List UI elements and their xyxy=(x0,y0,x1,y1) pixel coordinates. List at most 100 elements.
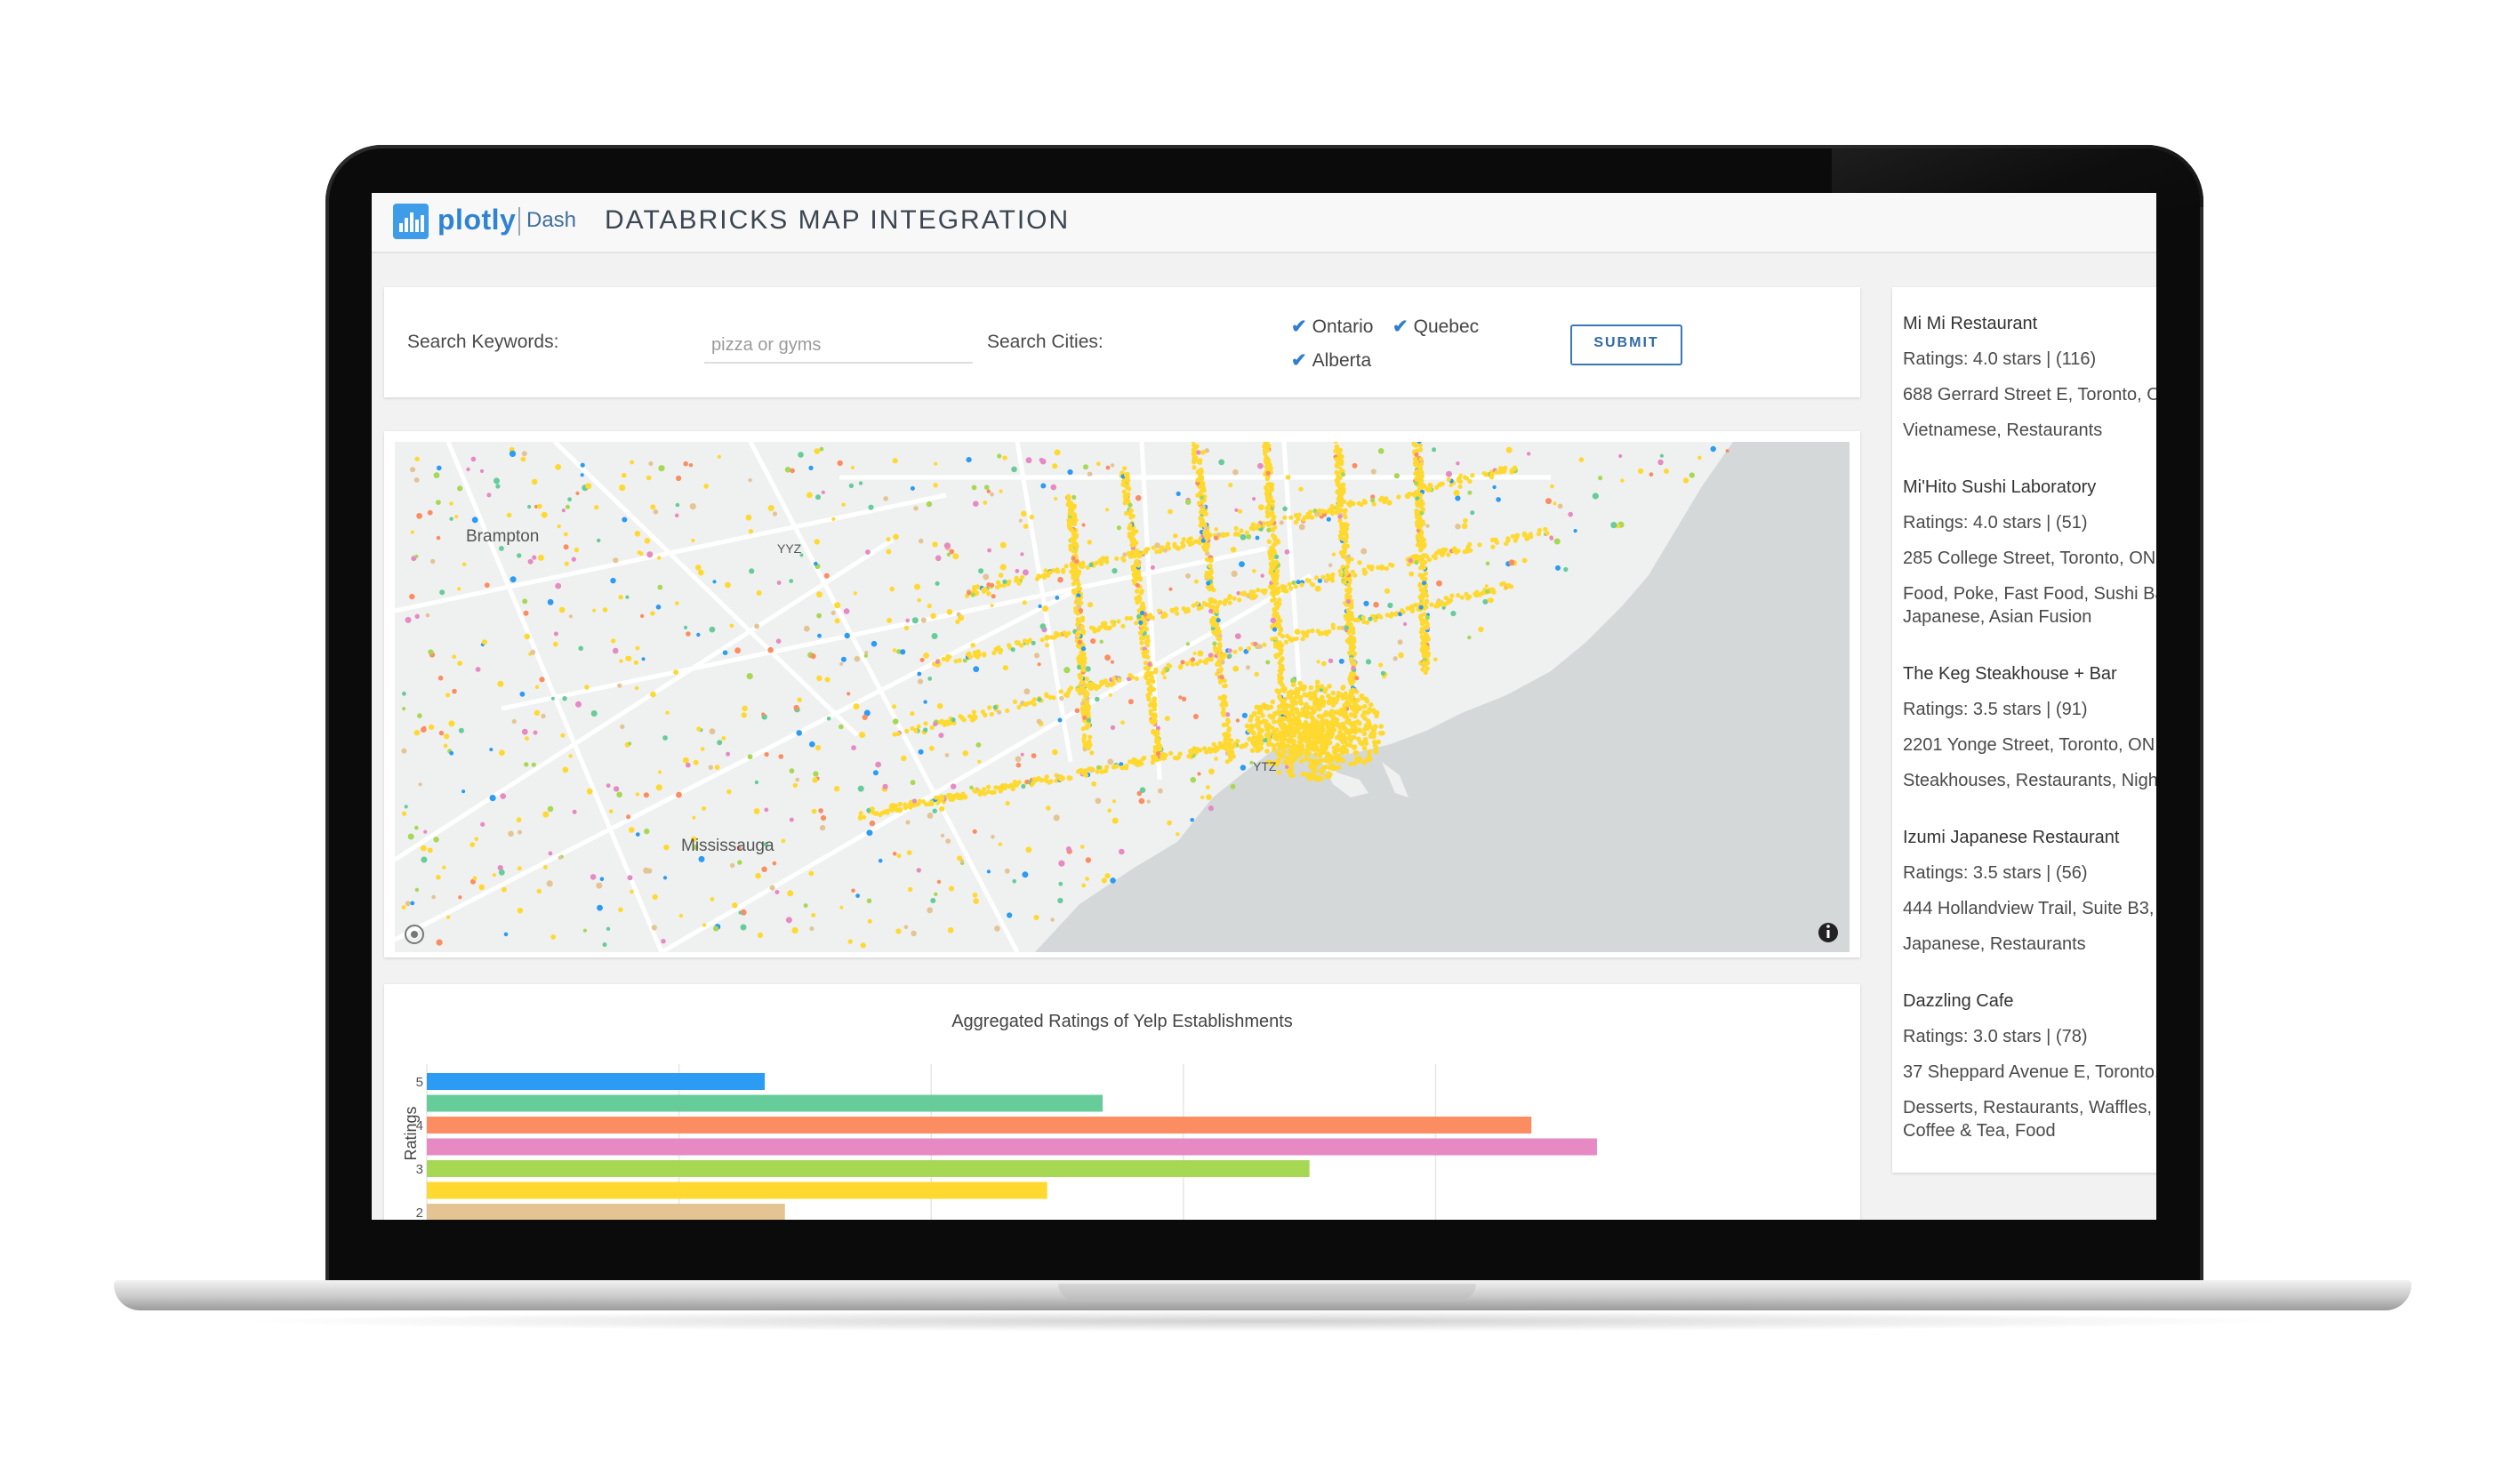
map-point xyxy=(1393,473,1400,479)
checkbox-ontario[interactable]: ✔ Ontario xyxy=(1291,316,1373,338)
map-point xyxy=(790,468,795,474)
map-point xyxy=(740,924,747,931)
map-point xyxy=(1168,509,1173,515)
map-point xyxy=(1208,587,1213,592)
result-item[interactable]: Izumi Japanese Restaurant Ratings: 3.5 s… xyxy=(1903,826,2156,956)
map-point xyxy=(1245,665,1251,670)
map-point xyxy=(1011,466,1017,473)
map-point xyxy=(1348,712,1354,717)
map-point xyxy=(816,613,822,619)
map-point xyxy=(951,717,956,723)
map-point xyxy=(1420,573,1425,578)
chart-bar[interactable] xyxy=(427,1182,1047,1199)
map-point xyxy=(1418,629,1424,635)
map-point xyxy=(1315,629,1320,634)
map-point xyxy=(1359,501,1364,508)
map-point xyxy=(1085,712,1091,717)
map-point xyxy=(789,768,795,773)
map-point xyxy=(1336,479,1341,485)
map-point xyxy=(1267,736,1272,742)
map-point xyxy=(1338,498,1344,504)
map-point xyxy=(617,683,622,688)
info-icon[interactable] xyxy=(1818,923,1838,942)
map-point xyxy=(1055,596,1060,600)
map-point xyxy=(1181,696,1187,701)
map-point xyxy=(652,893,658,901)
chart-bar[interactable] xyxy=(427,1138,1597,1156)
map-point xyxy=(421,726,427,733)
map-point xyxy=(764,807,769,813)
submit-button[interactable]: SUBMIT xyxy=(1570,324,1682,365)
map-point xyxy=(1304,693,1310,698)
result-item[interactable]: The Keg Steakhouse + Bar Ratings: 3.5 st… xyxy=(1903,662,2156,792)
map-point xyxy=(1225,717,1231,723)
map-point xyxy=(1239,528,1244,533)
map-point xyxy=(1208,571,1213,576)
chart-bar[interactable] xyxy=(427,1073,766,1090)
map-point xyxy=(1129,551,1136,557)
map-point xyxy=(651,925,657,931)
map-point xyxy=(1222,710,1227,716)
map-point xyxy=(1134,621,1139,626)
map-point xyxy=(747,754,753,760)
map-point xyxy=(1217,695,1223,701)
result-item[interactable]: Dazzling Cafe Ratings: 3.0 stars | (78) … xyxy=(1903,989,2156,1142)
map-point xyxy=(503,932,509,937)
map-point xyxy=(848,483,855,489)
result-item[interactable]: Mi Mi Restaurant Ratings: 4.0 stars | (1… xyxy=(1903,312,2156,442)
map-point xyxy=(423,829,428,834)
map-point xyxy=(1288,771,1294,777)
chart-bar[interactable] xyxy=(427,1160,1310,1177)
map-point xyxy=(1085,877,1089,881)
map-point xyxy=(1168,750,1174,756)
map-point xyxy=(787,890,794,897)
map-point xyxy=(1187,749,1193,754)
map-point xyxy=(1176,491,1181,496)
map-point xyxy=(725,581,731,589)
map-point xyxy=(1312,775,1319,781)
map-point xyxy=(892,852,897,856)
checkbox-quebec[interactable]: ✔ Quebec xyxy=(1392,316,1479,338)
map-point xyxy=(489,795,496,802)
search-keywords-input[interactable] xyxy=(704,328,973,364)
chart-bar[interactable] xyxy=(427,1094,1104,1112)
map-point xyxy=(1285,743,1290,749)
chart-bar[interactable] xyxy=(427,1117,1532,1134)
map-point xyxy=(803,625,810,632)
map-point xyxy=(1131,567,1136,573)
map-point xyxy=(466,467,470,472)
map-point xyxy=(1425,524,1430,528)
map-point xyxy=(1012,699,1018,704)
map-point xyxy=(1470,473,1475,478)
map-point xyxy=(497,680,504,687)
map-point xyxy=(994,925,1000,932)
checkbox-alberta[interactable]: ✔ Alberta xyxy=(1291,349,1371,372)
map-point xyxy=(1293,519,1298,525)
map-point xyxy=(1503,465,1508,470)
map-point xyxy=(1138,797,1145,805)
toronto-map[interactable]: Brampton Mississauga YYZ YTZ xyxy=(395,442,1850,952)
map-point xyxy=(889,586,895,592)
map-point xyxy=(815,745,822,751)
map-point xyxy=(746,673,753,680)
map-point xyxy=(1344,638,1350,644)
map-point xyxy=(823,573,830,579)
ratings-bar-chart[interactable]: Aggregated Ratings of Yelp Establishment… xyxy=(384,984,1860,1220)
result-item[interactable]: Mi'Hito Sushi Laboratory Ratings: 4.0 st… xyxy=(1903,476,2156,629)
map-point xyxy=(1201,485,1207,491)
map-point xyxy=(708,765,713,770)
map-point xyxy=(910,725,915,731)
map-point xyxy=(1265,470,1271,476)
map-point xyxy=(1110,463,1115,468)
map-point xyxy=(1072,521,1078,526)
map-point xyxy=(1206,794,1212,800)
result-rating: Ratings: 4.0 stars | (116) xyxy=(1903,349,2097,369)
map-point xyxy=(1177,665,1184,670)
chart-bar[interactable] xyxy=(427,1204,785,1220)
map-point xyxy=(612,647,619,654)
map-point xyxy=(1344,718,1350,725)
map-point xyxy=(1409,604,1415,609)
map-point xyxy=(1256,523,1261,528)
map-point xyxy=(1263,444,1268,449)
map-point xyxy=(1206,581,1211,586)
